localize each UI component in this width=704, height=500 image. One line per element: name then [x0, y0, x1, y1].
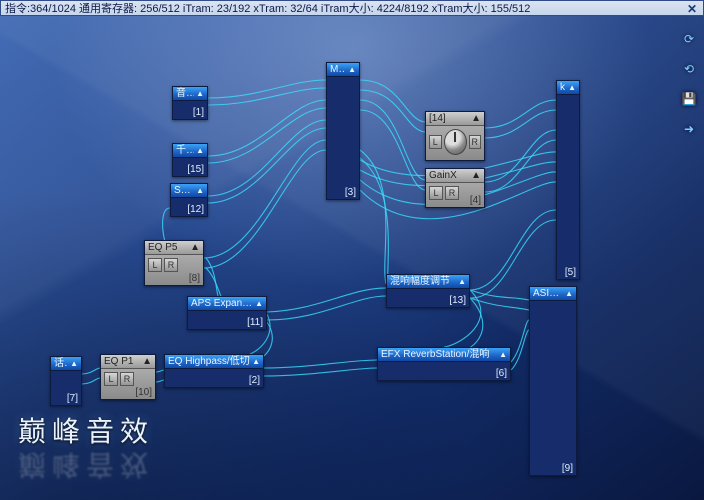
node-id: [4]: [426, 193, 484, 207]
node-id: [12]: [171, 202, 207, 216]
node-n_huatong[interactable]: 话筒▲ [7]: [50, 356, 82, 406]
node-id: [11]: [188, 315, 266, 329]
save-icon[interactable]: 💾: [680, 92, 698, 106]
collapse-icon[interactable]: ▲: [196, 144, 204, 157]
node-id: [9]: [530, 461, 576, 475]
watermark-text: 巅峰音效: [18, 410, 154, 450]
node-n_yinyuan[interactable]: 音源▲ [1]: [172, 86, 208, 120]
collapse-icon[interactable]: ▲: [252, 355, 260, 368]
node-g_eqp5[interactable]: EQ P5 ▲ LR[8]: [144, 240, 204, 286]
node-title: 千千: [176, 144, 194, 157]
node-n_hip[interactable]: EQ Highpass/低切▲ [2]: [164, 354, 264, 388]
port-R[interactable]: R: [120, 372, 134, 386]
sidebar-icon-1[interactable]: ⟳: [680, 32, 698, 46]
collapse-icon[interactable]: ▲: [471, 112, 481, 125]
node-title: APS Expander: [191, 297, 253, 310]
node-n_efx[interactable]: EFX ReverbStation/混响 ▲ [6]: [377, 347, 511, 381]
node-title: SRC: [174, 184, 194, 197]
collapse-icon[interactable]: ▲: [458, 275, 466, 288]
node-n_k1lt[interactable]: k1lt▲ [5]: [556, 80, 580, 280]
node-title: [14]: [429, 112, 446, 125]
sidebar-icons: ⟳ ⟲ 💾 ➜: [678, 30, 700, 138]
node-id: [2]: [165, 373, 263, 387]
node-id: [8]: [145, 271, 203, 285]
node-n_src[interactable]: SRC▲ [12]: [170, 183, 208, 217]
node-n_qianqian[interactable]: 千千▲ [15]: [172, 143, 208, 177]
node-title: EQ P1: [104, 355, 133, 368]
node-n_reverb_amp[interactable]: 混响幅度调节 ▲ [13]: [386, 274, 470, 308]
sidebar-icon-4[interactable]: ➜: [680, 122, 698, 136]
knob[interactable]: [444, 129, 467, 155]
node-title: k1lt: [560, 81, 566, 94]
port-L[interactable]: L: [148, 258, 162, 272]
node-id: [13]: [387, 293, 469, 307]
status-text: 指令:364/1024 通用寄存器: 256/512 iTram: 23/192…: [5, 0, 530, 16]
node-title: 话筒: [54, 357, 68, 370]
node-title: EFX ReverbStation/混响: [381, 348, 489, 361]
node-title: EQ Highpass/低切: [168, 355, 250, 368]
close-icon[interactable]: ✕: [687, 2, 697, 16]
collapse-icon[interactable]: ▲: [70, 357, 78, 370]
node-id: [15]: [173, 162, 207, 176]
collapse-icon[interactable]: ▲: [499, 348, 507, 361]
node-n_apsx[interactable]: APS Expander▲ [11]: [187, 296, 267, 330]
node-id: [3]: [327, 185, 359, 199]
node-id: [10]: [101, 385, 155, 399]
node-id: [5]: [557, 265, 579, 279]
node-g_eqp1[interactable]: EQ P1 ▲ LR[10]: [100, 354, 156, 400]
collapse-icon[interactable]: ▲: [196, 184, 204, 197]
node-id: [6]: [378, 366, 510, 380]
collapse-icon[interactable]: ▲: [348, 63, 356, 76]
node-title: GainX: [429, 169, 457, 182]
collapse-icon[interactable]: ▲: [196, 87, 204, 100]
node-title: EQ P5: [148, 241, 177, 254]
node-n_asio[interactable]: ASIO5.1▲ [9]: [529, 286, 577, 476]
node-n_mx6[interactable]: MX6▲ [3]: [326, 62, 360, 200]
node-title: ASIO5.1: [533, 287, 563, 300]
collapse-icon[interactable]: ▲: [471, 169, 481, 182]
node-g_gainx[interactable]: GainX▲LR[4]: [425, 168, 485, 208]
node-g_knob[interactable]: [14]▲LR: [425, 111, 485, 161]
node-title: MX6: [330, 63, 346, 76]
watermark: 巅峰音效 巅峰音效: [18, 410, 154, 486]
collapse-icon[interactable]: ▲: [255, 297, 263, 310]
node-title: 音源: [176, 87, 194, 100]
port-R[interactable]: R: [164, 258, 178, 272]
collapse-icon[interactable]: ▲: [142, 355, 152, 368]
node-id: [1]: [173, 105, 207, 119]
node-title: 混响幅度调节: [390, 275, 450, 288]
collapse-icon[interactable]: ▲: [190, 241, 200, 254]
collapse-icon[interactable]: ▲: [565, 287, 573, 300]
node-id: [7]: [51, 391, 81, 405]
collapse-icon[interactable]: ▲: [568, 81, 576, 94]
status-bar: 指令:364/1024 通用寄存器: 256/512 iTram: 23/192…: [0, 0, 704, 16]
sidebar-icon-2[interactable]: ⟲: [680, 62, 698, 76]
port-L[interactable]: L: [104, 372, 118, 386]
